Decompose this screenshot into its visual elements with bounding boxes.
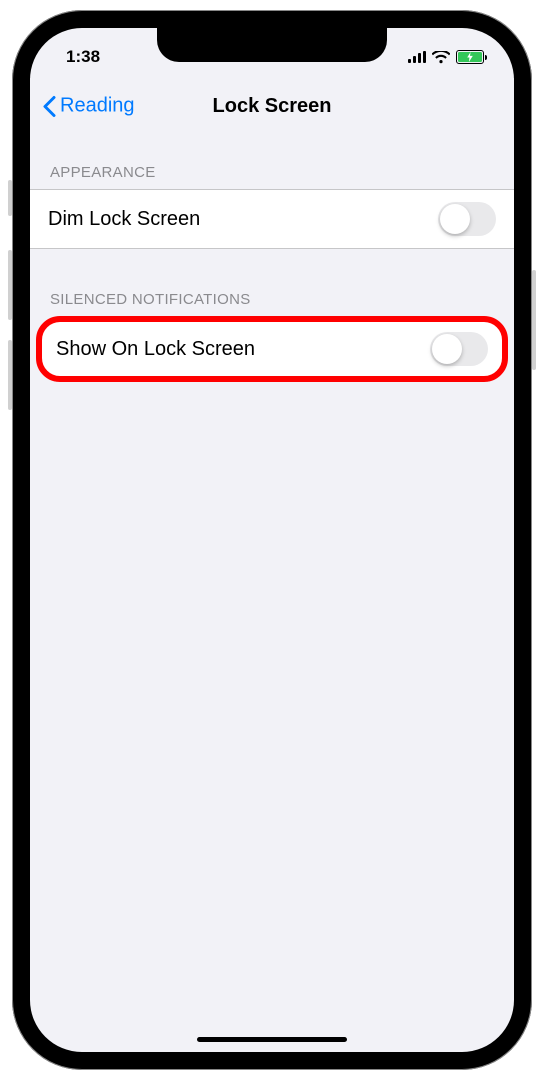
screen: 1:38 Reading: [30, 28, 514, 1052]
volume-up-button[interactable]: [8, 250, 12, 320]
navigation-bar: Reading Lock Screen: [30, 78, 514, 134]
cell-group-appearance: Dim Lock Screen: [30, 189, 514, 249]
cell-show-on-lock-screen[interactable]: Show On Lock Screen: [42, 322, 502, 376]
cell-label: Dim Lock Screen: [48, 208, 200, 231]
device-frame: 1:38 Reading: [12, 10, 532, 1070]
volume-down-button[interactable]: [8, 340, 12, 410]
toggle-show-on-lock-screen[interactable]: [430, 332, 488, 366]
chevron-left-icon: [42, 95, 56, 117]
toggle-knob: [432, 334, 462, 364]
highlight-annotation: Show On Lock Screen: [36, 316, 508, 382]
cell-dim-lock-screen[interactable]: Dim Lock Screen: [30, 190, 514, 248]
charging-bolt-icon: [466, 52, 474, 62]
page-title: Lock Screen: [213, 95, 332, 118]
back-label: Reading: [60, 95, 135, 118]
status-time: 1:38: [66, 39, 100, 67]
status-icons: [408, 42, 484, 64]
cellular-signal-icon: [408, 51, 426, 63]
content: APPEARANCE Dim Lock Screen SILENCED NOTI…: [30, 134, 514, 382]
cell-group-silenced: Show On Lock Screen: [36, 316, 508, 382]
toggle-dim-lock-screen[interactable]: [438, 202, 496, 236]
notch: [157, 28, 387, 62]
back-button[interactable]: Reading: [42, 95, 135, 118]
section-header-appearance: APPEARANCE: [30, 164, 514, 189]
mute-switch[interactable]: [8, 180, 12, 216]
battery-icon: [456, 50, 484, 64]
section-header-silenced: SILENCED NOTIFICATIONS: [30, 291, 514, 316]
power-button[interactable]: [532, 270, 536, 370]
home-indicator[interactable]: [197, 1037, 347, 1042]
toggle-knob: [440, 204, 470, 234]
cell-label: Show On Lock Screen: [56, 338, 255, 361]
wifi-icon: [432, 51, 450, 64]
